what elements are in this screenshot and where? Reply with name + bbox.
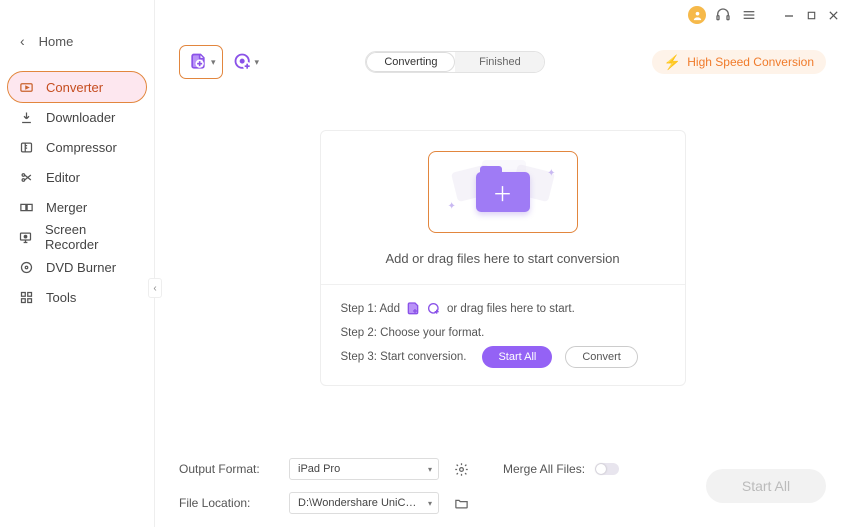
sidebar-item-merger[interactable]: Merger xyxy=(0,192,154,222)
steps-instructions: Step 1: Add or drag files here to start.… xyxy=(321,297,685,369)
sidebar-item-compressor[interactable]: Compressor xyxy=(0,132,154,162)
main-panel: ▾ ▾ Converting Finished ⚡ High Speed Con… xyxy=(155,0,850,527)
home-label: Home xyxy=(39,34,74,49)
sidebar-item-label: Compressor xyxy=(46,140,117,155)
convert-button-inline[interactable]: Convert xyxy=(565,346,638,368)
open-folder-icon[interactable] xyxy=(453,495,469,511)
start-all-button-inline[interactable]: Start All xyxy=(482,346,552,368)
divider xyxy=(321,284,685,285)
file-add-icon xyxy=(405,301,421,317)
merge-files-label: Merge All Files: xyxy=(503,462,585,476)
tab-converting[interactable]: Converting xyxy=(366,52,455,72)
editor-icon xyxy=(18,169,34,185)
home-link[interactable]: ‹ Home xyxy=(0,28,154,54)
output-format-select[interactable]: iPad Pro ▾ xyxy=(289,458,439,480)
chevron-down-icon: ▾ xyxy=(428,499,432,508)
disc-add-icon xyxy=(426,301,442,317)
output-format-value: iPad Pro xyxy=(298,463,340,475)
sidebar-item-editor[interactable]: Editor xyxy=(0,162,154,192)
tools-icon xyxy=(18,289,34,305)
sidebar-item-tools[interactable]: Tools xyxy=(0,282,154,312)
dropzone-text: Add or drag files here to start conversi… xyxy=(321,251,685,266)
dropzone[interactable]: ✦✦ ＋ xyxy=(428,151,578,233)
high-speed-label: High Speed Conversion xyxy=(687,55,814,69)
toolbar: ▾ ▾ Converting Finished ⚡ High Speed Con… xyxy=(179,44,826,80)
folder-plus-icon: ＋ xyxy=(476,172,530,212)
sidebar-item-label: DVD Burner xyxy=(46,260,116,275)
sidebar: ‹ Home Converter Downloader Compressor E… xyxy=(0,0,155,527)
file-add-icon xyxy=(188,52,208,72)
high-speed-conversion-button[interactable]: ⚡ High Speed Conversion xyxy=(652,50,826,74)
output-format-label: Output Format: xyxy=(179,462,275,476)
conversion-tabs: Converting Finished xyxy=(365,51,545,73)
file-location-select[interactable]: D:\Wondershare UniConverter 1 ▾ xyxy=(289,492,439,514)
sidebar-item-label: Downloader xyxy=(46,110,115,125)
step2-label: Step 2: Choose your format. xyxy=(341,327,485,339)
nav-list: Converter Downloader Compressor Editor M… xyxy=(0,72,154,312)
sidebar-item-label: Editor xyxy=(46,170,80,185)
sidebar-item-label: Converter xyxy=(46,80,103,95)
sidebar-item-label: Merger xyxy=(46,200,87,215)
screen-recorder-icon xyxy=(18,229,33,245)
downloader-icon xyxy=(18,109,34,125)
back-icon: ‹ xyxy=(20,33,25,49)
sidebar-item-downloader[interactable]: Downloader xyxy=(0,102,154,132)
merger-icon xyxy=(18,199,34,215)
merge-all-toggle[interactable] xyxy=(595,463,619,475)
dropzone-illustration: ✦✦ ＋ xyxy=(448,162,558,222)
converter-icon xyxy=(18,79,34,95)
sidebar-item-label: Screen Recorder xyxy=(45,222,136,252)
step1-label-b: or drag files here to start. xyxy=(447,303,575,315)
file-location-label: File Location: xyxy=(179,496,275,510)
tab-finished[interactable]: Finished xyxy=(455,52,544,72)
sidebar-item-screen-recorder[interactable]: Screen Recorder xyxy=(0,222,154,252)
dvd-burner-icon xyxy=(18,259,34,275)
sidebar-item-dvd-burner[interactable]: DVD Burner xyxy=(0,252,154,282)
compressor-icon xyxy=(18,139,34,155)
disc-add-icon xyxy=(233,52,253,72)
step1-label-a: Step 1: Add xyxy=(341,303,400,315)
add-file-button[interactable]: ▾ xyxy=(179,45,223,79)
bolt-icon: ⚡ xyxy=(664,54,681,71)
add-url-button[interactable]: ▾ xyxy=(233,52,260,72)
sidebar-item-converter[interactable]: Converter xyxy=(8,72,146,102)
empty-state-card: ✦✦ ＋ Add or drag files here to start con… xyxy=(320,130,686,386)
step3-label: Step 3: Start conversion. xyxy=(341,351,467,363)
chevron-down-icon: ▾ xyxy=(428,465,432,474)
file-location-value: D:\Wondershare UniConverter 1 xyxy=(298,497,418,509)
footer-bar: Output Format: iPad Pro ▾ Merge All File… xyxy=(179,443,826,515)
start-all-button[interactable]: Start All xyxy=(706,469,826,503)
sidebar-item-label: Tools xyxy=(46,290,76,305)
chevron-down-icon: ▾ xyxy=(211,57,216,68)
chevron-down-icon: ▾ xyxy=(255,57,260,68)
settings-gear-icon[interactable] xyxy=(453,461,469,477)
